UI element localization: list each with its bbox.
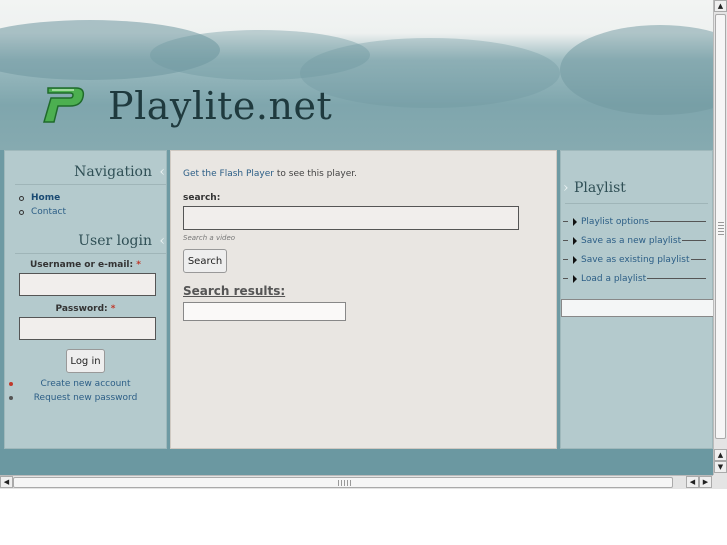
- log-in-button[interactable]: Log in: [66, 349, 105, 373]
- scroll-up-arrow-icon[interactable]: ▲: [714, 449, 727, 461]
- site-header: Playlite.net: [0, 0, 713, 150]
- username-label-text: Username or e-mail:: [30, 260, 134, 270]
- scroll-left-arrow-icon[interactable]: ◀: [686, 476, 699, 488]
- playlite-logo-icon[interactable]: [40, 84, 86, 126]
- page-viewport: Playlite.net Navigation Home Contact Use…: [0, 0, 713, 475]
- nav-item-label: Contact: [31, 207, 67, 217]
- divider: [15, 184, 166, 185]
- password-input[interactable]: [19, 317, 156, 340]
- tree-connector: [563, 240, 568, 241]
- password-label: Password: *: [5, 304, 166, 314]
- scroll-up-arrow-icon[interactable]: ▲: [714, 0, 727, 12]
- flash-player-notice: Get the Flash Player to see this player.: [183, 169, 556, 179]
- username-input[interactable]: [19, 273, 156, 296]
- playlist-item-label: Load a playlist: [581, 273, 647, 284]
- password-label-text: Password:: [55, 304, 108, 314]
- search-button[interactable]: Search: [183, 249, 227, 273]
- flash-notice-text: to see this player.: [276, 169, 357, 179]
- tree-connector: [563, 259, 568, 260]
- bullet-icon: [19, 195, 24, 201]
- left-sidebar: Navigation Home Contact User login Usern…: [4, 150, 167, 449]
- site-title[interactable]: Playlite.net: [108, 84, 332, 128]
- horizontal-scrollbar[interactable]: ◀ ◀ ▶: [0, 475, 713, 489]
- scrollbar-corner: [713, 475, 727, 489]
- nav-item-home[interactable]: Home: [19, 191, 166, 205]
- vertical-scroll-thumb[interactable]: [715, 14, 726, 439]
- tree-connector: [682, 240, 706, 241]
- vertical-scrollbar[interactable]: ▲ ▲ ▼: [713, 0, 727, 475]
- required-marker: *: [136, 260, 141, 270]
- save-new-playlist-item[interactable]: Save as a new playlist: [561, 231, 712, 250]
- navigation-block-title: Navigation: [5, 164, 166, 180]
- playlist-item-label: Save as existing playlist: [581, 254, 690, 265]
- scroll-down-arrow-icon[interactable]: ▼: [714, 461, 727, 473]
- header-paint-stroke: [300, 38, 560, 108]
- bullet-icon: [9, 396, 13, 400]
- navigation-menu: Home Contact: [19, 191, 166, 219]
- expand-triangle-icon[interactable]: [573, 236, 577, 245]
- search-results-list[interactable]: [183, 302, 346, 321]
- tree-connector: [650, 221, 706, 222]
- nav-item-contact[interactable]: Contact: [19, 205, 166, 219]
- bullet-icon: [19, 209, 24, 215]
- page-footer: [0, 449, 713, 475]
- request-password-label: Request new password: [33, 393, 138, 403]
- expand-triangle-icon[interactable]: [573, 274, 577, 283]
- load-playlist-item[interactable]: Load a playlist: [561, 269, 712, 288]
- horizontal-scroll-thumb[interactable]: [13, 477, 673, 488]
- scroll-left-arrow-icon[interactable]: ◀: [0, 476, 13, 488]
- scroll-right-arrow-icon[interactable]: ▶: [699, 476, 712, 488]
- playlist-options-item[interactable]: Playlist options: [561, 212, 712, 231]
- bullet-icon: [9, 382, 13, 386]
- get-flash-player-link[interactable]: Get the Flash Player: [183, 169, 274, 179]
- user-login-block-title: User login: [5, 233, 166, 249]
- header-paint-stroke: [560, 25, 713, 115]
- username-label: Username or e-mail: *: [5, 260, 166, 270]
- playlist-list[interactable]: [561, 299, 713, 317]
- create-account-label: Create new account: [40, 379, 131, 389]
- required-marker: *: [110, 304, 116, 314]
- save-existing-playlist-item[interactable]: Save as existing playlist: [561, 250, 712, 269]
- expand-triangle-icon[interactable]: [573, 217, 577, 226]
- tree-connector: [690, 259, 706, 260]
- create-account-link[interactable]: Create new account: [5, 377, 166, 391]
- main-content: Get the Flash Player to see this player.…: [170, 150, 557, 449]
- search-input[interactable]: [183, 206, 519, 230]
- search-hint: Search a video: [183, 234, 236, 242]
- search-label: search:: [183, 193, 221, 203]
- tree-connector: [563, 278, 568, 279]
- playlist-item-label: Playlist options: [581, 216, 649, 227]
- playlist-item-label: Save as a new playlist: [581, 235, 682, 246]
- search-results-title: Search results:: [183, 284, 286, 298]
- tree-connector: [647, 278, 706, 279]
- nav-item-label: Home: [31, 193, 61, 203]
- divider: [565, 203, 708, 204]
- playlist-sidebar: Playlist Playlist options Save as a new …: [560, 150, 713, 449]
- grip-icon: [718, 222, 724, 236]
- divider: [15, 253, 166, 254]
- playlist-block-title: Playlist: [563, 180, 712, 196]
- grip-icon: [338, 480, 352, 486]
- expand-triangle-icon[interactable]: [573, 255, 577, 264]
- request-password-link[interactable]: Request new password: [5, 391, 166, 405]
- tree-connector: [563, 221, 568, 222]
